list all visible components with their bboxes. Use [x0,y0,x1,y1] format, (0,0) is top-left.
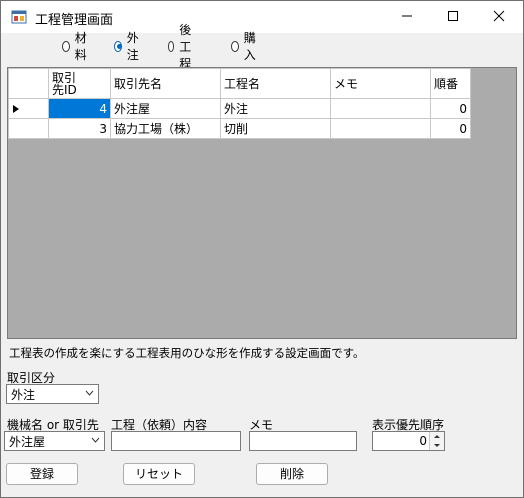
radio-dot [62,40,70,52]
radio-dot [114,40,122,52]
chevron-down-icon [85,390,94,396]
table-row[interactable]: 4 外注屋 外注 0 [8,98,471,119]
close-icon [493,10,505,22]
minimize-icon [402,15,412,17]
torihiki-kubun-value: 外注 [11,388,36,402]
radio-purchase[interactable]: 購入 [231,31,259,62]
memo-input[interactable] [249,431,357,451]
torihiki-kubun-select[interactable]: 外注 [6,384,99,404]
radio-label: 材料 [74,31,87,62]
table-row[interactable]: 3 協力工場（株） 切削 0 [8,118,471,139]
radio-outsource[interactable]: 外注 [114,31,142,62]
reset-button[interactable]: リセット [123,463,195,485]
grid-header-row: 取引 先ID 取引先名 工程名 メモ 順番 [8,68,471,99]
current-row-icon [13,105,19,113]
cell-id[interactable]: 4 [48,98,111,119]
radio-dot [231,40,239,52]
col-header-name[interactable]: 取引先名 [110,68,221,99]
process-grid[interactable]: 取引 先ID 取引先名 工程名 メモ 順番 4 外注屋 外注 0 3 協力工場（… [7,67,517,339]
window-title: 工程管理画面 [35,13,114,28]
row-header-corner [8,68,49,99]
chevron-down-icon [91,437,100,443]
col-header-order[interactable]: 順番 [430,68,471,99]
cell-order[interactable]: 0 [430,118,471,139]
cell-memo[interactable] [330,98,431,119]
radio-dot [168,40,175,52]
cell-memo[interactable] [330,118,431,139]
col-header-memo[interactable]: メモ [330,68,431,99]
cell-order[interactable]: 0 [430,98,471,119]
row-header[interactable] [8,118,49,139]
stepper-down-icon[interactable] [430,441,444,450]
machine-select[interactable]: 外注屋 [4,431,105,451]
priority-stepper[interactable]: 0 [372,431,445,451]
cell-id[interactable]: 3 [48,118,111,139]
maximize-button[interactable] [431,1,477,33]
app-icon [11,10,27,24]
radio-post-process[interactable]: 後工程 [168,23,196,71]
priority-value: 0 [419,434,427,448]
cell-name[interactable]: 外注屋 [110,98,221,119]
cell-process[interactable]: 切削 [220,118,331,139]
radio-label: 外注 [126,31,139,62]
stepper-buttons[interactable] [429,432,444,450]
process-input[interactable] [111,431,241,451]
description-text: 工程表の作成を楽にする工程表用のひな形を作成する設定画面です。 [9,346,365,360]
register-button[interactable]: 登録 [6,463,78,485]
machine-value: 外注屋 [9,435,46,449]
cell-name[interactable]: 協力工場（株） [110,118,221,139]
main-window: 工程管理画面 材料 外注 後工程 購入 取引 先ID 取引先名 工程名 メモ 順… [0,0,524,498]
radio-material[interactable]: 材料 [62,31,90,62]
radio-label: 購入 [243,31,256,62]
grid-table: 取引 先ID 取引先名 工程名 メモ 順番 4 外注屋 外注 0 3 協力工場（… [8,68,471,139]
cell-process[interactable]: 外注 [220,98,331,119]
minimize-button[interactable] [385,1,431,33]
stepper-up-icon[interactable] [430,432,444,441]
col-header-id[interactable]: 取引 先ID [48,68,111,99]
close-button[interactable] [477,1,523,33]
delete-button[interactable]: 削除 [256,463,328,485]
row-header-current[interactable] [8,98,49,119]
maximize-icon [448,11,458,21]
radio-label: 後工程 [179,22,192,71]
col-header-process[interactable]: 工程名 [220,68,331,99]
